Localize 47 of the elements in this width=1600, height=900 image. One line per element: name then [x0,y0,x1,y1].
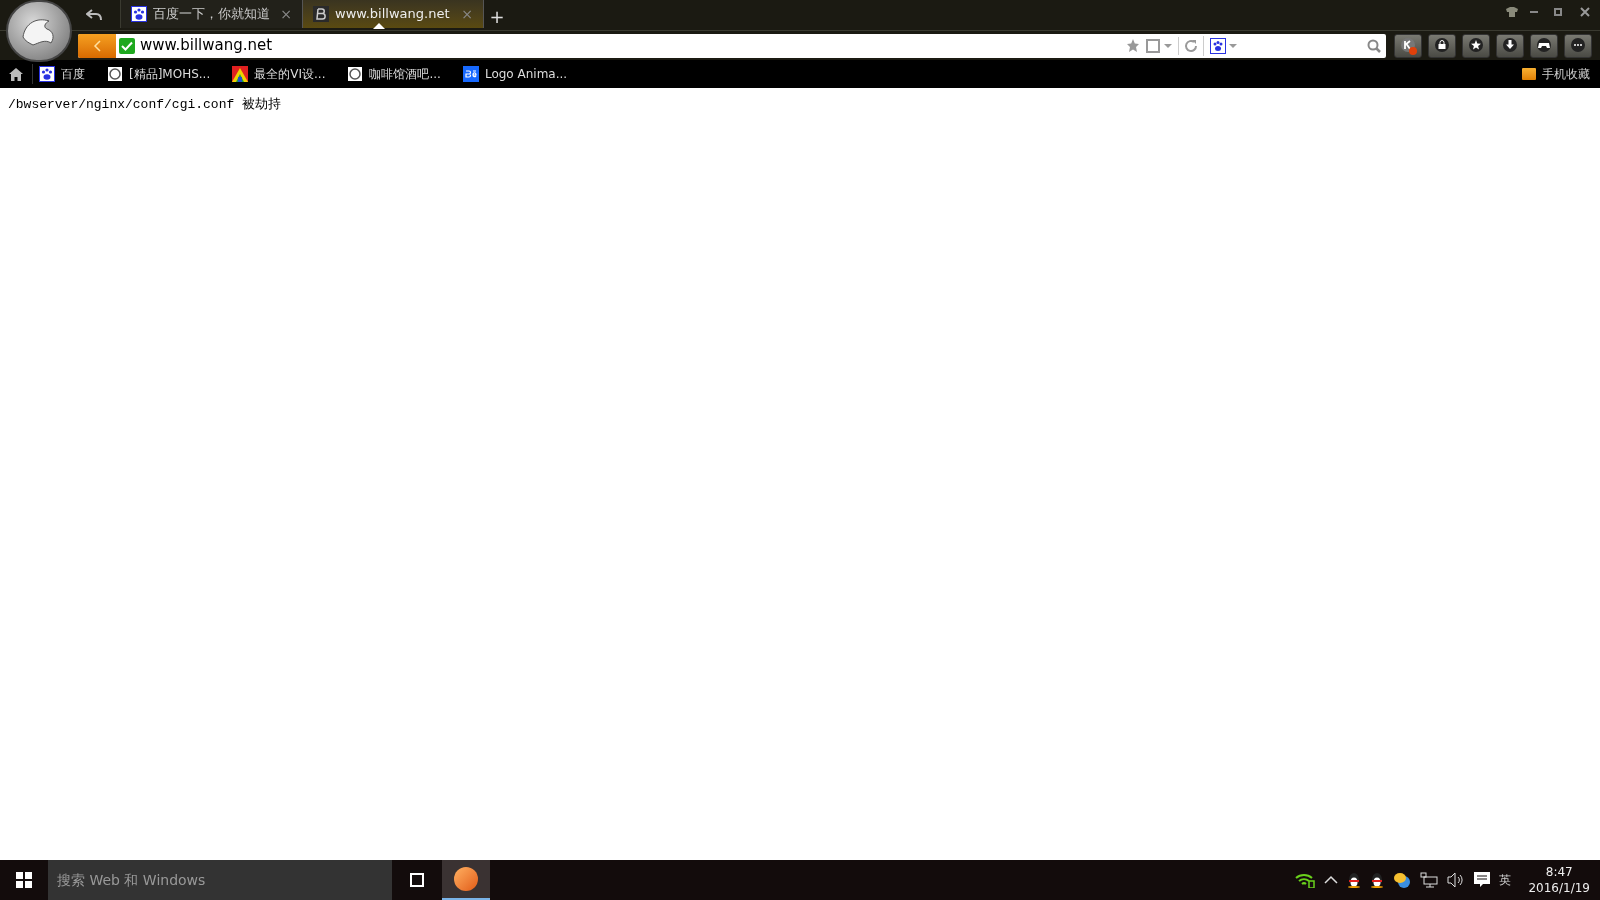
dropdown-caret-icon[interactable] [1229,43,1237,48]
bookmark-star-icon[interactable] [1126,37,1142,54]
mobile-bookmarks-button[interactable]: 手机收藏 [1522,65,1590,83]
dropdown-caret-icon[interactable] [1164,43,1172,48]
gamepad-icon[interactable] [1530,33,1558,58]
bookmark-item[interactable]: [精品]MOHS... [107,65,211,83]
paw-icon [39,66,55,82]
lock-icon[interactable] [1428,33,1456,58]
paw-icon [131,6,147,22]
bookmark-item[interactable]: 百度 [39,65,85,83]
penguin-icon[interactable] [1370,872,1385,888]
browser-taskbar-button[interactable] [442,860,490,900]
input-method-indicator[interactable]: 英 [1499,871,1512,889]
more-icon[interactable] [1564,33,1592,58]
qr-code-icon[interactable] [1146,38,1160,53]
bookmark-item[interactable]: 最全的VI设... [232,65,326,83]
page-icon [347,66,364,82]
search-engine-icon[interactable] [1210,37,1226,54]
wifi-icon[interactable] [1295,872,1316,888]
browser-tab[interactable]: 百度一下，你就知道 × [120,0,302,28]
colorful-icon [232,66,249,82]
bookmark-item[interactable]: Logo Anima... [462,65,568,83]
k-badge-icon[interactable] [1394,33,1422,58]
network-icon[interactable] [1420,872,1439,888]
back-button[interactable] [78,33,116,58]
error-message: /bwserver/nginx/conf/cgi.conf 被劫持 [8,96,283,114]
chevron-left-icon [93,39,101,52]
page-icon [107,66,123,82]
home-icon[interactable] [8,66,24,82]
url-text[interactable]: www.billwang.net [140,34,1126,57]
bookmark-item[interactable]: 咖啡馆酒吧... [347,65,441,83]
chat-bubbles-icon[interactable] [1393,872,1412,888]
download-icon[interactable] [1496,33,1524,58]
windows-logo-icon [16,872,32,888]
notification-icon[interactable] [1474,872,1491,888]
be-icon [462,66,479,82]
taskbar-search-field[interactable]: 搜索 Web 和 Windows [48,860,392,900]
clock[interactable]: 8:47 2016/1/19 [1528,864,1590,896]
site-icon [313,6,329,22]
volume-icon[interactable] [1447,872,1466,888]
new-tab-button[interactable]: + [484,4,510,30]
penguin-icon[interactable] [1347,872,1362,888]
address-bar[interactable]: www.billwang.net [78,33,1386,58]
show-hidden-icons-icon[interactable] [1324,875,1339,885]
folder-icon [1522,68,1536,80]
tab-close-button[interactable]: × [280,3,292,25]
browser-tab[interactable]: www.billwang.net × [302,0,484,28]
